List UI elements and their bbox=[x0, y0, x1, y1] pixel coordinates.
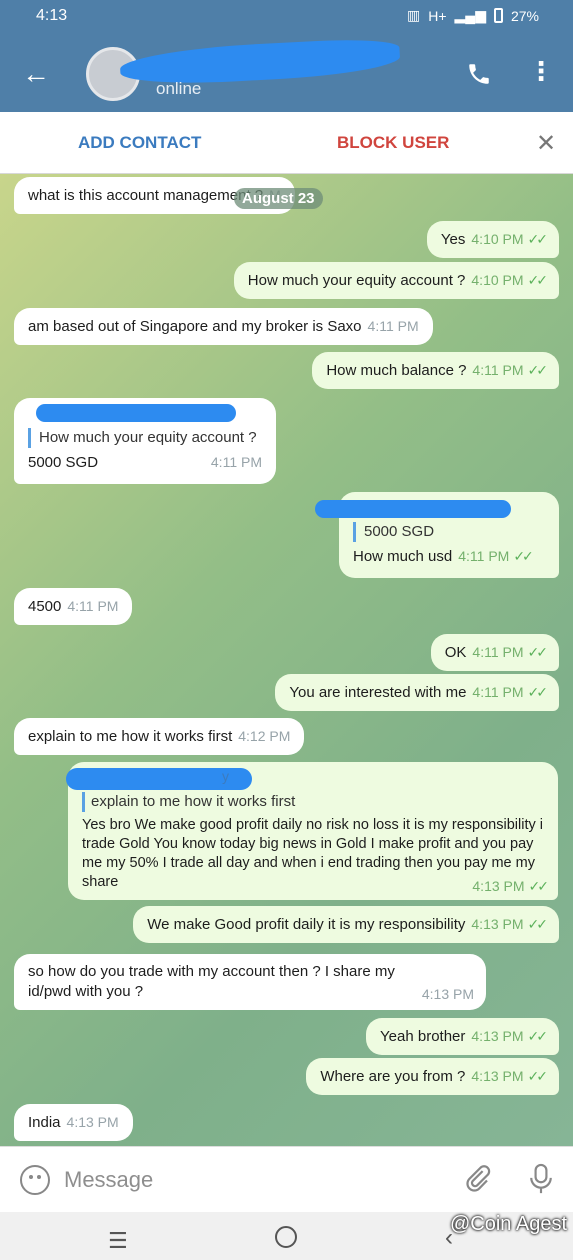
message-time: 4:11 PM bbox=[210, 454, 262, 470]
message-time: 4:12 PM bbox=[238, 728, 291, 744]
battery-icon bbox=[493, 8, 503, 23]
block-user-button[interactable]: BLOCK USER bbox=[337, 133, 449, 153]
read-check-icon: ✓✓ bbox=[527, 1028, 549, 1044]
close-icon[interactable]: ✕ bbox=[536, 129, 556, 158]
chat-header: ← online ⋮ bbox=[0, 36, 573, 112]
message-text: Yes bbox=[440, 231, 466, 248]
phone-call-icon[interactable] bbox=[466, 61, 492, 92]
message-text: Yeah brother bbox=[380, 1028, 466, 1045]
read-check-icon: ✓✓ bbox=[527, 272, 549, 288]
redacted-quote-author bbox=[315, 500, 511, 518]
message-bubble[interactable]: OK 4:11 PM ✓✓ bbox=[430, 634, 559, 671]
quoted-message: How much your equity account ? bbox=[28, 428, 262, 448]
watermark: @Coin Agest bbox=[449, 1213, 567, 1235]
message-bubble[interactable]: y explain to me how it works first Yes b… bbox=[66, 762, 558, 900]
message-text: You are interested with me bbox=[289, 684, 467, 701]
contact-status: online bbox=[156, 79, 202, 98]
message-time: 4:13 PM bbox=[471, 916, 524, 932]
message-text: 4500 bbox=[28, 598, 62, 615]
message-text: 5000 SGD bbox=[28, 454, 99, 471]
redacted-quote-author bbox=[36, 404, 236, 422]
message-text: Where are you from ? bbox=[320, 1068, 466, 1085]
paperclip-icon[interactable] bbox=[462, 1161, 492, 1200]
status-bar: 4:13 ▥ H+ ▂▄▆ 27% bbox=[0, 0, 573, 38]
message-time: 4:10 PM bbox=[471, 272, 524, 288]
message-text: How much your equity account ? bbox=[247, 272, 466, 289]
message-time: 4:11 PM bbox=[472, 684, 524, 700]
message-bubble[interactable]: How much your equity account ? 5000 SGD 4… bbox=[14, 398, 276, 484]
vibrate-icon: ▥ bbox=[406, 7, 421, 23]
message-bubble[interactable]: You are interested with me 4:11 PM ✓✓ bbox=[275, 674, 559, 711]
battery-level: 27% bbox=[510, 7, 539, 24]
quoted-message: explain to me how it works first bbox=[82, 792, 544, 812]
network-type: H+ bbox=[428, 7, 447, 24]
message-text: We make Good profit daily it is my respo… bbox=[147, 916, 466, 933]
message-text: India bbox=[28, 1114, 61, 1131]
read-check-icon: ✓✓ bbox=[527, 644, 549, 660]
emoji-icon[interactable] bbox=[20, 1165, 50, 1195]
message-time: 4:13 PM bbox=[66, 1114, 119, 1130]
quote-author-suffix: y bbox=[222, 768, 229, 784]
quoted-message: 5000 SGD bbox=[353, 522, 545, 542]
message-bubble[interactable]: Yeah brother 4:13 PM ✓✓ bbox=[366, 1018, 559, 1055]
message-time: 4:10 PM bbox=[471, 231, 524, 247]
read-check-icon: ✓✓ bbox=[527, 362, 549, 378]
read-check-icon: ✓✓ bbox=[527, 684, 549, 700]
message-time: 4:13 PM bbox=[421, 986, 474, 1002]
more-options-icon[interactable]: ⋮ bbox=[528, 56, 554, 87]
chat-area[interactable]: what is this account management ? M Augu… bbox=[0, 174, 573, 1146]
message-time: 4:13 PM bbox=[471, 1028, 524, 1044]
message-bubble[interactable]: India 4:13 PM bbox=[14, 1104, 133, 1141]
message-bubble[interactable]: How much your equity account ? 4:10 PM ✓✓ bbox=[233, 262, 559, 299]
message-bubble[interactable]: so how do you trade with my account then… bbox=[14, 954, 486, 1010]
message-bubble[interactable]: am based out of Singapore and my broker … bbox=[14, 308, 433, 345]
message-bubble[interactable]: explain to me how it works first 4:12 PM bbox=[14, 718, 305, 755]
message-text: OK bbox=[444, 644, 467, 661]
message-time: 4:11 PM bbox=[67, 598, 119, 614]
add-contact-button[interactable]: ADD CONTACT bbox=[78, 133, 201, 153]
message-time: 4:11 PM bbox=[367, 318, 419, 334]
message-text: How much usd bbox=[353, 548, 453, 565]
message-bubble[interactable]: Yes 4:10 PM ✓✓ bbox=[426, 221, 559, 258]
composer-bar bbox=[0, 1146, 573, 1212]
message-time: 4:13 PM bbox=[472, 878, 525, 894]
message-bubble[interactable]: We make Good profit daily it is my respo… bbox=[133, 906, 559, 943]
message-time: 4:13 PM bbox=[471, 1068, 524, 1084]
message-bubble[interactable]: 4500 4:11 PM bbox=[14, 588, 133, 625]
recent-apps-icon[interactable]: ☰ bbox=[108, 1228, 128, 1254]
contact-action-bar: ADD CONTACT BLOCK USER ✕ bbox=[0, 112, 573, 174]
message-time: 4:11 PM bbox=[472, 644, 524, 660]
message-text: what is this account managem bbox=[28, 187, 230, 204]
message-bubble[interactable]: How much balance ? 4:11 PM ✓✓ bbox=[312, 352, 559, 389]
signal-icon: ▂▄▆ bbox=[454, 7, 486, 23]
back-arrow-icon[interactable]: ← bbox=[22, 60, 50, 88]
read-check-icon: ✓✓ bbox=[513, 548, 534, 564]
date-pill: August 23 bbox=[234, 188, 323, 209]
read-check-icon: ✓✓ bbox=[528, 878, 550, 894]
message-bubble[interactable]: Where are you from ? 4:13 PM ✓✓ bbox=[306, 1058, 559, 1095]
message-time: 4:11 PM bbox=[458, 548, 510, 564]
message-time: 4:11 PM bbox=[472, 362, 524, 378]
read-check-icon: ✓✓ bbox=[527, 231, 549, 247]
message-text: explain to me how it works first bbox=[28, 728, 233, 745]
message-bubble[interactable]: 5000 SGD How much usd 4:11 PM ✓✓ bbox=[315, 492, 559, 578]
status-time: 4:13 bbox=[36, 7, 68, 24]
message-input[interactable] bbox=[64, 1163, 444, 1197]
message-text: so how do you trade with my account then… bbox=[28, 963, 395, 1000]
microphone-icon[interactable] bbox=[528, 1161, 554, 1202]
read-check-icon: ✓✓ bbox=[527, 916, 549, 932]
message-text: am based out of Singapore and my broker … bbox=[28, 318, 362, 335]
home-icon[interactable] bbox=[275, 1226, 297, 1248]
message-text: How much balance ? bbox=[326, 362, 467, 379]
read-check-icon: ✓✓ bbox=[527, 1068, 549, 1084]
